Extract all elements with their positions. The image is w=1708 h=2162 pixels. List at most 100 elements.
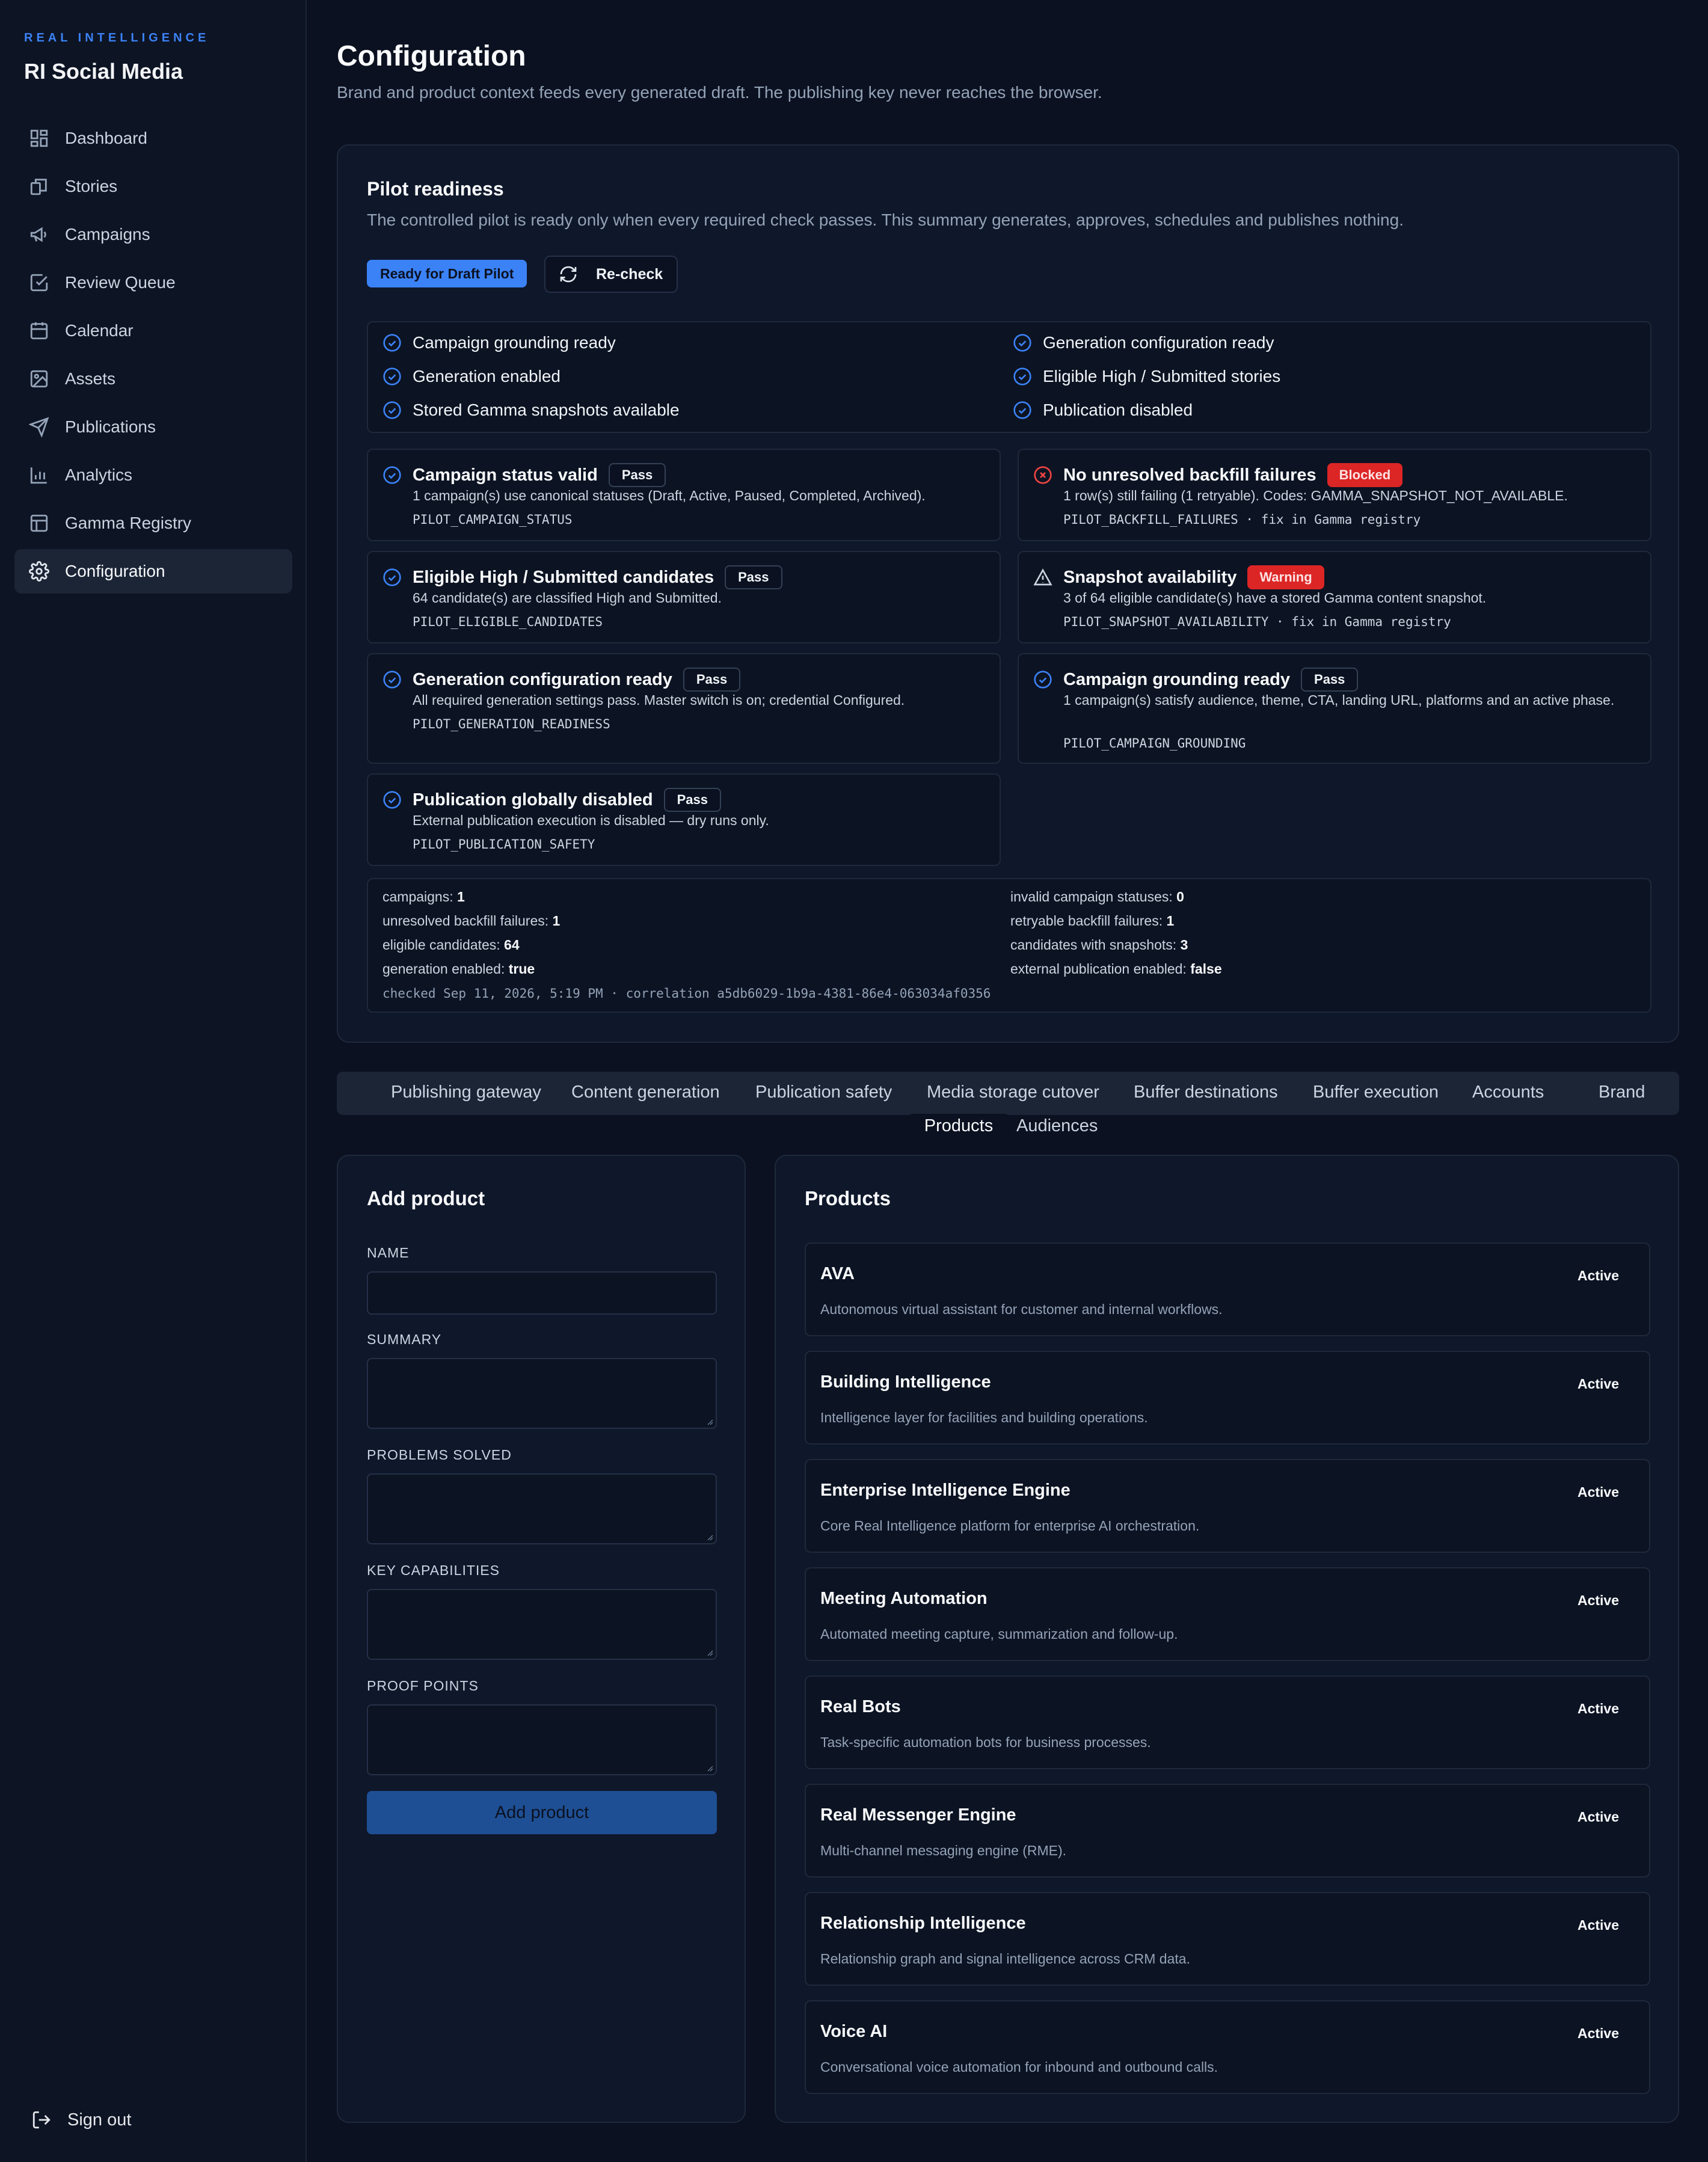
sidebar-item-dashboard[interactable]: Dashboard [14,116,292,161]
sidebar-item-label: Stories [65,177,118,195]
tab-audiences[interactable]: Audiences [1016,1116,1098,1136]
warning-icon [1033,568,1052,587]
megaphone-icon [29,224,49,245]
add-product-card: Add product NAME SUMMARY PROBLEMS SOLVED… [337,1155,746,2123]
status-badge: Active [1577,1809,1619,1825]
check-code: PILOT_PUBLICATION_SAFETY [413,837,595,852]
sidebar-item-analytics[interactable]: Analytics [14,453,292,497]
product-item[interactable]: Relationship Intelligence Active Relatio… [805,1892,1650,1986]
status-badge: Ready for Draft Pilot [367,260,527,287]
tab-content-generation[interactable]: Content generation [571,1083,720,1102]
name-input[interactable] [367,1271,717,1315]
readiness-summary: Campaign grounding ready Generation conf… [367,321,1651,433]
send-icon [29,417,49,437]
product-item[interactable]: Building Intelligence Active Intelligenc… [805,1351,1650,1445]
check-title: Eligible High / Submitted candidates [413,567,714,587]
product-item[interactable]: Meeting Automation Active Automated meet… [805,1567,1650,1661]
resize-handle-icon [707,1535,713,1541]
check-card: Campaign status valid Pass 1 campaign(s)… [367,449,1001,541]
stat-item: unresolved backfill failures: 1 [382,913,561,929]
recheck-label: Re-check [596,265,663,283]
sidebar-nav: Dashboard Stories Campaigns Review Queue… [14,116,292,597]
check-circle-icon [382,670,402,689]
proof-points-textarea[interactable] [367,1704,717,1775]
product-description: Automated meeting capture, summarization… [820,1626,1178,1642]
check-square-icon [29,272,49,293]
product-item[interactable]: AVA Active Autonomous virtual assistant … [805,1242,1650,1336]
field-label: NAME [367,1245,410,1261]
status-badge: Active [1577,2025,1619,2041]
check-title: Publication globally disabled [413,790,653,809]
check-description: 1 campaign(s) use canonical statuses (Dr… [413,488,926,503]
check-code: PILOT_BACKFILL_FAILURES · fix in Gamma r… [1063,512,1421,527]
tab-publication-safety[interactable]: Publication safety [755,1083,892,1102]
check-title: No unresolved backfill failures [1063,465,1316,485]
check-description: 1 campaign(s) satisfy audience, theme, C… [1063,692,1615,708]
summary-item: Generation configuration ready [1013,333,1274,352]
sidebar-item-publications[interactable]: Publications [14,405,292,449]
stat-item: retryable backfill failures: 1 [1010,913,1175,929]
product-item[interactable]: Real Bots Active Task-specific automatio… [805,1675,1650,1769]
product-name: AVA [820,1264,855,1283]
status-badge: Active [1577,1917,1619,1933]
dashboard-icon [29,128,49,149]
tab-brand[interactable]: Brand [1599,1083,1645,1102]
check-description: 3 of 64 eligible candidate(s) have a sto… [1063,590,1487,606]
product-description: Autonomous virtual assistant for custome… [820,1301,1223,1317]
check-description: 64 candidate(s) are classified High and … [413,590,722,606]
check-card: Eligible High / Submitted candidates Pas… [367,551,1001,643]
sidebar-item-gamma-registry[interactable]: Gamma Registry [14,501,292,545]
sidebar-item-calendar[interactable]: Calendar [14,309,292,353]
tab-buffer-execution[interactable]: Buffer execution [1313,1083,1439,1102]
check-circle-icon [1013,367,1032,386]
stat-item: candidates with snapshots: 3 [1010,937,1188,953]
brand-name: RI Social Media [24,59,183,84]
sidebar-item-label: Review Queue [65,273,176,292]
tab-publishing-gateway[interactable]: Publishing gateway [391,1083,541,1102]
summary-textarea[interactable] [367,1358,717,1429]
sidebar-item-stories[interactable]: Stories [14,164,292,209]
sidebar-item-label: Dashboard [65,129,147,147]
pilot-readiness-card: Pilot readiness The controlled pilot is … [337,144,1679,1043]
product-item[interactable]: Enterprise Intelligence Engine Active Co… [805,1459,1650,1553]
tab-products[interactable]: Products [908,1114,1009,1138]
status-badge: Pass [663,788,722,812]
check-title: Snapshot availability [1063,567,1237,587]
tab-media-storage-cutover[interactable]: Media storage cutover [927,1083,1099,1102]
check-code: PILOT_SNAPSHOT_AVAILABILITY · fix in Gam… [1063,615,1451,629]
field-label: SUMMARY [367,1331,442,1347]
sidebar-item-campaigns[interactable]: Campaigns [14,212,292,257]
summary-item: Publication disabled [1013,401,1193,420]
stat-item: generation enabled: true [382,961,535,977]
sign-out-button[interactable]: Sign out [31,2110,131,2130]
key-capabilities-textarea[interactable] [367,1589,717,1660]
check-description: 1 row(s) still failing (1 retryable). Co… [1063,488,1568,503]
check-card: Campaign grounding ready Pass 1 campaign… [1018,653,1651,764]
check-circle-icon [382,333,402,352]
stat-item: eligible candidates: 64 [382,937,520,953]
check-circle-icon [1013,401,1032,420]
resize-handle-icon [707,1766,713,1772]
sidebar-item-configuration[interactable]: Configuration [14,549,292,594]
sidebar-item-assets[interactable]: Assets [14,357,292,401]
stat-item: invalid campaign statuses: 0 [1010,889,1184,904]
sidebar-item-review-queue[interactable]: Review Queue [14,260,292,305]
check-title: Campaign grounding ready [1063,669,1291,689]
recheck-button[interactable]: Re-check [544,256,678,293]
check-circle-icon [382,367,402,386]
tab-accounts[interactable]: Accounts [1472,1083,1544,1102]
stat-item: external publication enabled: false [1010,961,1222,977]
product-item[interactable]: Real Messenger Engine Active Multi-chann… [805,1784,1650,1878]
add-product-button[interactable]: Add product [367,1791,717,1834]
product-item[interactable]: Voice AI Active Conversational voice aut… [805,2000,1650,2094]
sidebar-item-label: Calendar [65,321,134,340]
tab-buffer-destinations[interactable]: Buffer destinations [1134,1083,1278,1102]
problems-solved-textarea[interactable] [367,1473,717,1544]
product-description: Intelligence layer for facilities and bu… [820,1410,1148,1425]
check-code: PILOT_GENERATION_READINESS [413,717,610,731]
config-tabs: Publishing gateway Content generation Pu… [337,1072,1679,1138]
summary-item: Eligible High / Submitted stories [1013,367,1280,386]
product-description: Multi-channel messaging engine (RME). [820,1843,1067,1858]
resize-handle-icon [707,1650,713,1656]
page-subtitle: Brand and product context feeds every ge… [337,83,1102,102]
